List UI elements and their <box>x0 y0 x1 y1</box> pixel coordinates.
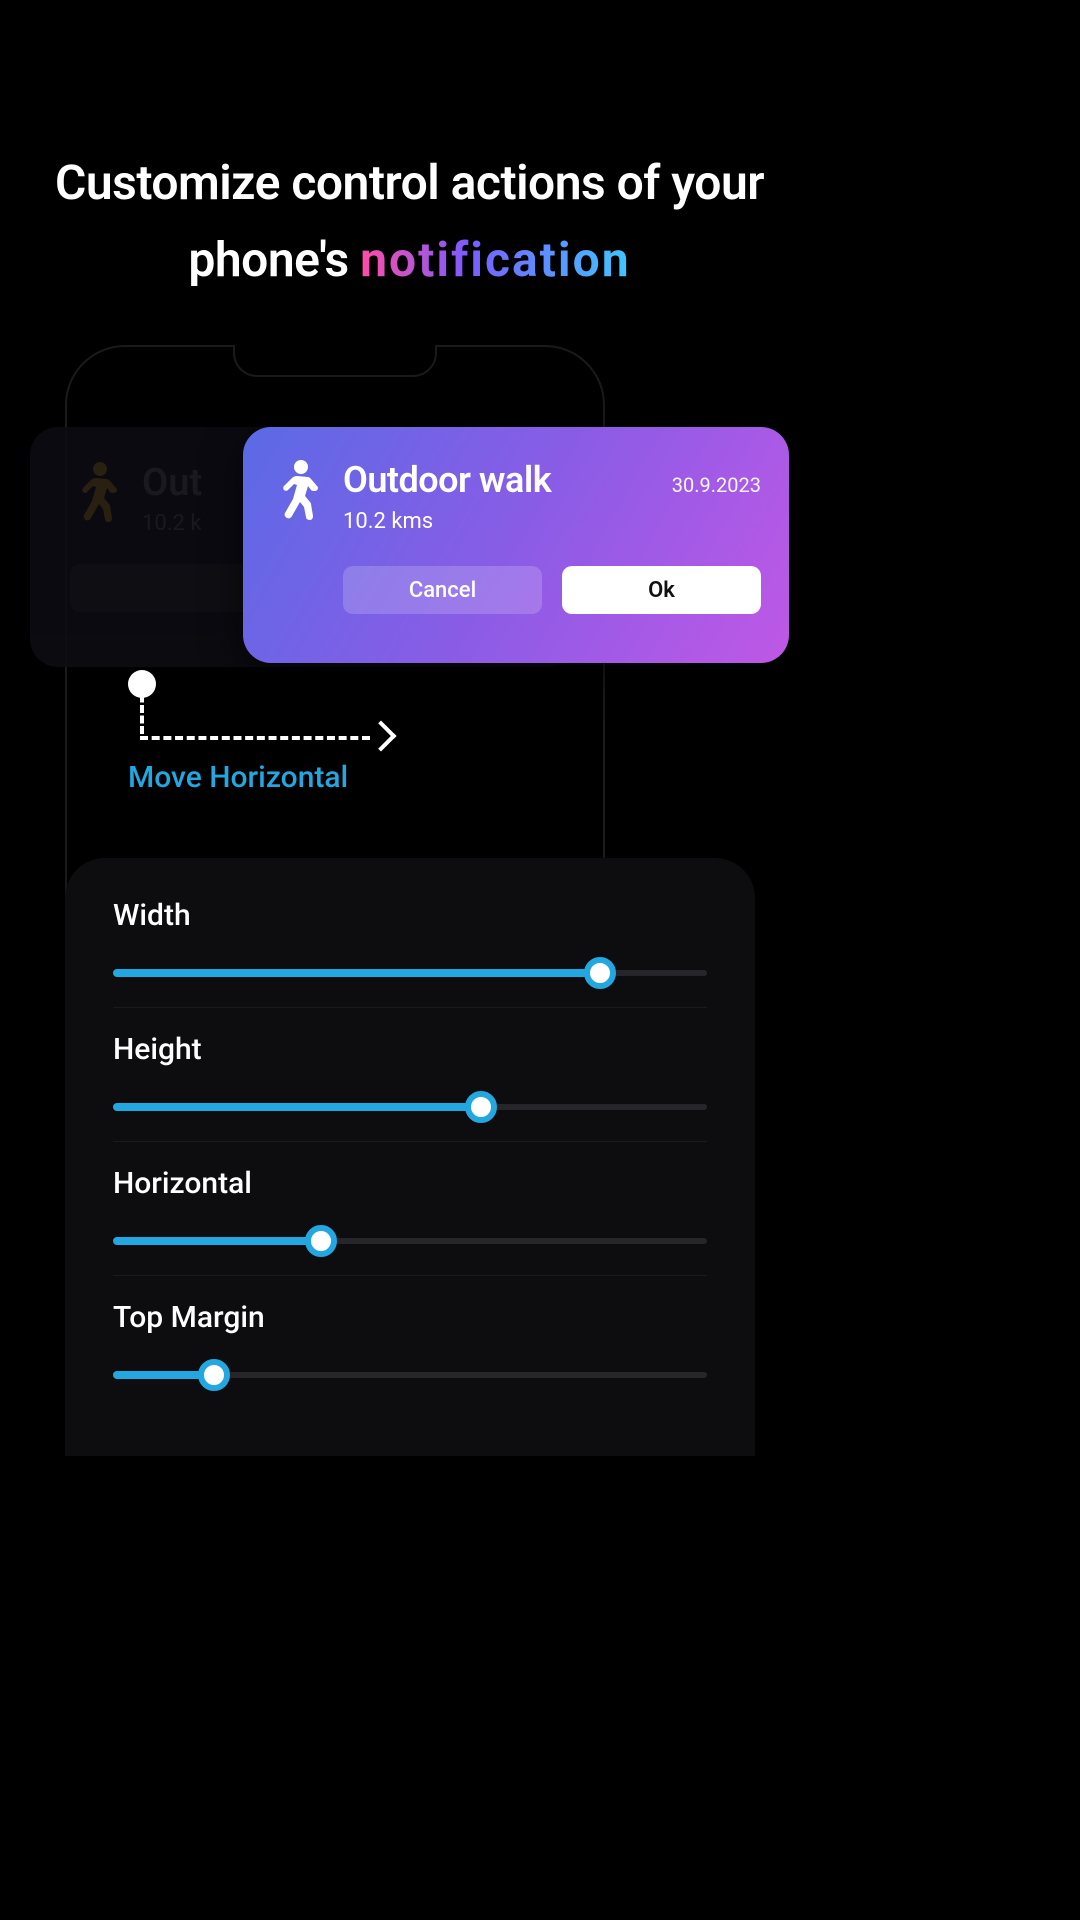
notification-card[interactable]: Outdoor walk 30.9.2023 10.2 kms Cancel O… <box>243 427 789 663</box>
dim-sub: 10.2 k <box>142 511 202 536</box>
move-hint: Move Horizontal <box>128 670 156 698</box>
slider-top-margin: Top Margin <box>113 1300 707 1409</box>
dashed-arrow-right-icon <box>140 722 390 752</box>
slider-thumb[interactable] <box>465 1091 497 1123</box>
slider-track[interactable] <box>113 1097 707 1117</box>
slider-width: Width <box>113 898 707 1008</box>
cancel-button[interactable]: Cancel <box>343 566 542 614</box>
slider-label: Width <box>113 898 707 933</box>
headline-line1: Customize control actions of your <box>55 154 764 211</box>
ok-button[interactable]: Ok <box>562 566 761 614</box>
headline-line2-prefix: phone's <box>188 231 360 288</box>
move-hint-label: Move Horizontal <box>128 760 348 795</box>
slider-label: Horizontal <box>113 1166 707 1201</box>
slider-horizontal: Horizontal <box>113 1166 707 1276</box>
headline: Customize control actions of your phone'… <box>0 145 819 299</box>
slider-track[interactable] <box>113 1231 707 1251</box>
slider-height: Height <box>113 1032 707 1142</box>
notification-subtitle: 10.2 kms <box>343 509 761 534</box>
walk-icon <box>70 461 118 523</box>
notification-date: 30.9.2023 <box>672 473 761 497</box>
walk-icon <box>271 459 319 521</box>
slider-thumb[interactable] <box>584 957 616 989</box>
slider-track[interactable] <box>113 963 707 983</box>
slider-label: Top Margin <box>113 1300 707 1335</box>
sliders-panel: Width Height Horizontal Top Margin <box>65 858 755 1456</box>
dim-title: Out <box>142 461 202 505</box>
notification-title: Outdoor walk <box>343 459 551 501</box>
slider-label: Height <box>113 1032 707 1067</box>
slider-track[interactable] <box>113 1365 707 1385</box>
slider-thumb[interactable] <box>198 1359 230 1391</box>
headline-highlight: notification <box>360 231 630 288</box>
slider-thumb[interactable] <box>305 1225 337 1257</box>
